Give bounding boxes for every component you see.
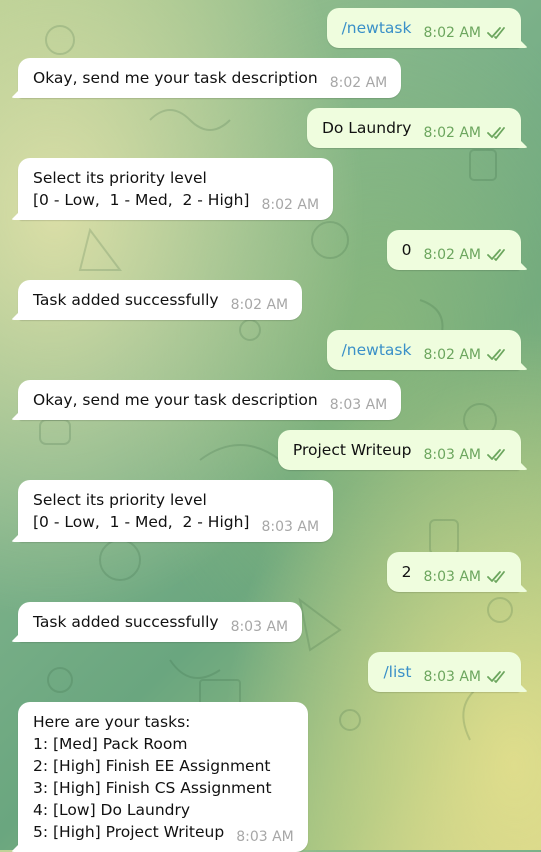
message-text: Okay, send me your task description (33, 69, 318, 87)
message-text: Select its priority level [0 - Low, 1 - … (33, 169, 250, 209)
outgoing-message-bubble[interactable]: /list 8:03 AM (368, 652, 521, 692)
incoming-message-bubble[interactable]: Select its priority level [0 - Low, 1 - … (18, 158, 334, 220)
message-time: 8:02 AM (261, 197, 320, 213)
message-time: 8:03 AM (329, 397, 388, 413)
command-link[interactable]: /newtask (342, 19, 412, 37)
message-meta: 8:03 AM (423, 661, 509, 685)
message-time: 8:02 AM (230, 297, 289, 313)
message-time: 8:02 AM (423, 247, 481, 263)
outgoing-message-bubble[interactable]: 2 8:03 AM (386, 552, 521, 592)
message-text: Task added successfully (33, 291, 219, 309)
message-meta: 8:02 AM (330, 67, 388, 91)
command-link[interactable]: /newtask (342, 341, 412, 359)
incoming-message-bubble[interactable]: Okay, send me your task description 8:02 … (18, 58, 402, 98)
message-time: 8:03 AM (230, 619, 289, 635)
double-check-icon (487, 570, 509, 584)
message-meta: 8:02 AM (423, 239, 509, 263)
message-text: Do Laundry (321, 119, 412, 137)
message-text: Project Writeup (292, 441, 412, 459)
double-check-icon (487, 348, 509, 362)
message-text: Okay, send me your task description (33, 391, 318, 409)
message-meta: 8:02 AM (423, 339, 509, 363)
message-meta: 8:02 AM (231, 289, 289, 313)
message-time: 8:03 AM (423, 569, 481, 585)
outgoing-message-bubble[interactable]: Do Laundry 8:02 AM (306, 108, 521, 148)
double-check-icon (487, 26, 509, 40)
message-time: 8:03 AM (261, 519, 320, 535)
message-time: 8:02 AM (329, 75, 388, 91)
double-check-icon (487, 670, 509, 684)
outgoing-message-bubble[interactable]: /newtask 8:02 AM (326, 8, 521, 48)
incoming-message-bubble[interactable]: Task added successfully 8:02 AM (18, 280, 303, 320)
message-text: Select its priority level [0 - Low, 1 - … (33, 491, 250, 531)
incoming-message-bubble[interactable]: Here are your tasks: 1: [Med] Pack Room … (18, 702, 308, 852)
double-check-icon (487, 448, 509, 462)
message-time: 8:02 AM (423, 25, 481, 41)
message-time: 8:03 AM (423, 669, 481, 685)
message-meta: 8:02 AM (261, 189, 319, 213)
outgoing-message-bubble[interactable]: 0 8:02 AM (386, 230, 521, 270)
double-check-icon (487, 126, 509, 140)
message-meta: 8:03 AM (231, 611, 289, 635)
message-time: 8:03 AM (236, 829, 294, 845)
incoming-message-bubble[interactable]: Task added successfully 8:03 AM (18, 602, 303, 642)
message-meta: 8:03 AM (261, 511, 319, 535)
double-check-icon (487, 248, 509, 262)
message-time: 8:02 AM (423, 125, 481, 141)
message-time: 8:02 AM (423, 347, 481, 363)
message-text: 0 (401, 241, 412, 259)
incoming-message-bubble[interactable]: Select its priority level [0 - Low, 1 - … (18, 480, 334, 542)
message-meta: 8:03 AM (330, 389, 388, 413)
message-meta: 8:02 AM (423, 17, 509, 41)
message-text: Task added successfully (33, 613, 219, 631)
outgoing-message-bubble[interactable]: Project Writeup 8:03 AM (277, 430, 521, 470)
message-meta: 8:03 AM (236, 821, 294, 845)
message-meta: 8:03 AM (423, 561, 509, 585)
outgoing-message-bubble[interactable]: /newtask 8:02 AM (326, 330, 521, 370)
command-link[interactable]: /list (383, 663, 411, 681)
incoming-message-bubble[interactable]: Okay, send me your task description 8:03 … (18, 380, 402, 420)
message-meta: 8:03 AM (423, 439, 509, 463)
message-text: 2 (401, 563, 412, 581)
message-time: 8:03 AM (423, 447, 481, 463)
message-meta: 8:02 AM (423, 117, 509, 141)
